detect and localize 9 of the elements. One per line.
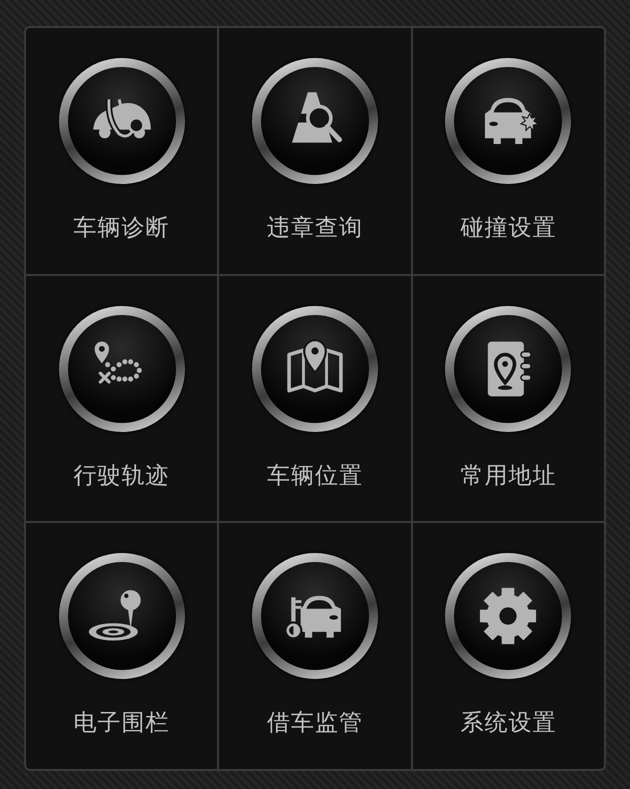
menu-tile[interactable]: 电子围栏: [26, 523, 218, 769]
menu-tile[interactable]: 车辆位置: [219, 276, 411, 522]
menu-tile[interactable]: 违章查询: [219, 28, 411, 274]
menu-tile[interactable]: 系统设置: [412, 523, 604, 769]
menu-tile[interactable]: 行驶轨迹: [26, 276, 218, 522]
menu-tile[interactable]: 碰撞设置: [412, 28, 604, 274]
menu-tile[interactable]: 车辆诊断: [26, 28, 218, 274]
menu-tile[interactable]: 常用地址: [412, 276, 604, 522]
menu-tile[interactable]: 借车监管: [219, 523, 411, 769]
